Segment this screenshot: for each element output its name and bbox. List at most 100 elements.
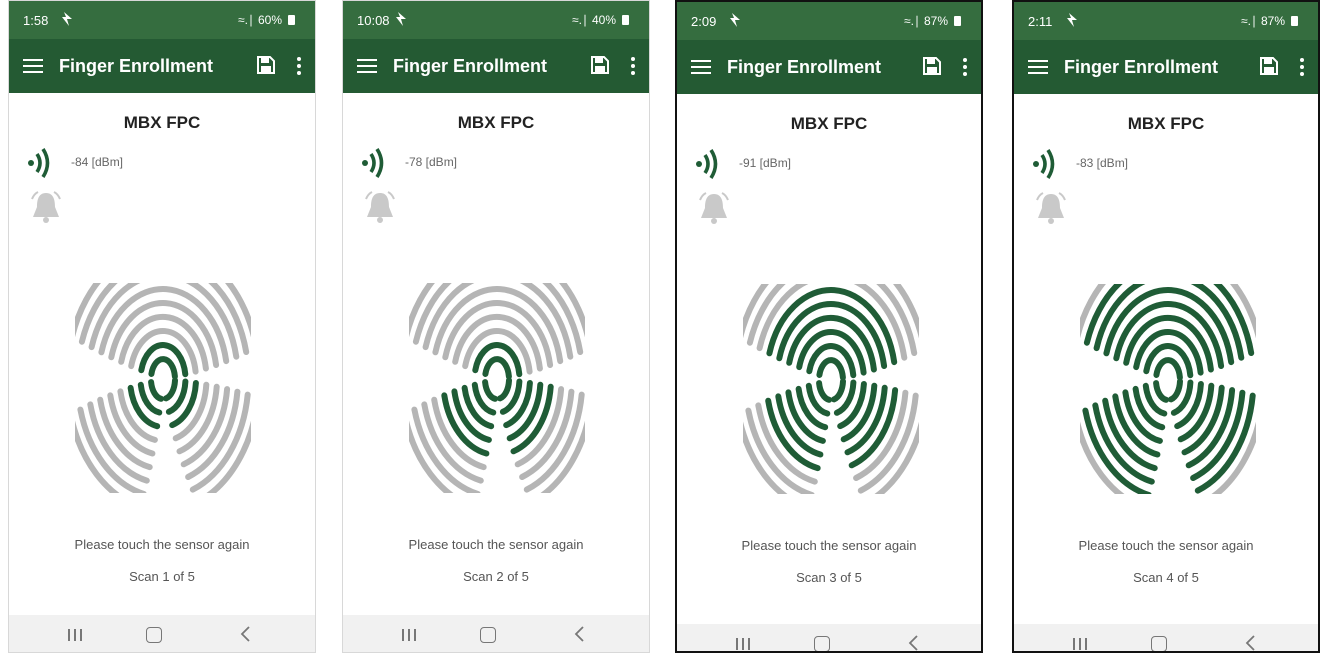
app-bar: Finger Enrollment — [343, 39, 649, 93]
app-bar: Finger Enrollment — [677, 40, 981, 94]
menu-icon[interactable] — [1028, 56, 1048, 78]
status-indicators: ≈.∣ 60% — [238, 13, 295, 27]
battery-icon — [954, 16, 961, 26]
battery-level: 87% — [923, 14, 948, 28]
instruction-text: Please touch the sensor again — [74, 537, 250, 552]
fingerprint-icon — [67, 244, 261, 511]
fingerprint-ridge — [148, 356, 178, 380]
status-indicators: ≈.∣ 40% — [572, 13, 629, 27]
home-icon[interactable] — [1151, 636, 1167, 651]
more-vert-icon[interactable] — [1300, 58, 1304, 79]
menu-icon[interactable] — [23, 55, 43, 77]
phone-screen: 2:09 ≈.∣ 87% Finger Enrollment MBX FPC -… — [675, 0, 983, 653]
battery-icon — [288, 15, 295, 25]
navigation-icon — [62, 12, 72, 26]
home-icon[interactable] — [814, 636, 830, 651]
fingerprint-ridge — [163, 377, 178, 402]
signal-icon — [362, 148, 384, 178]
fingerprint-ridge — [1153, 380, 1170, 403]
fingerprint-ridge — [98, 286, 230, 365]
status-time: 2:11 — [1028, 14, 1053, 29]
fingerprint-ridge — [1168, 378, 1183, 403]
status-time: 1:58 — [23, 13, 49, 28]
app-title: Finger Enrollment — [727, 57, 882, 77]
save-icon[interactable] — [923, 57, 941, 75]
status-time: 2:09 — [691, 14, 717, 29]
home-icon[interactable] — [146, 627, 162, 643]
battery-icon — [1291, 16, 1298, 26]
fingerprint-ridge — [831, 378, 846, 403]
fingerprint-ridge — [816, 380, 833, 403]
bell-icon — [1036, 192, 1066, 224]
navigation-icon — [1067, 13, 1077, 27]
more-vert-icon[interactable] — [297, 57, 301, 78]
battery-level: 40% — [591, 13, 616, 27]
instruction-text: Please touch the sensor again — [408, 537, 584, 552]
fingerprint-icon — [1072, 245, 1266, 512]
scan-progress-text: Scan 2 of 5 — [463, 569, 529, 584]
navigation-icon — [730, 13, 740, 27]
app-title: Finger Enrollment — [1064, 57, 1219, 77]
fingerprint-ridge — [482, 356, 512, 380]
signal-icon — [696, 149, 718, 179]
status-bar: 1:58 ≈.∣ 60% — [9, 1, 315, 39]
back-icon[interactable] — [1244, 635, 1256, 651]
battery-icon — [622, 15, 629, 25]
recents-icon[interactable] — [735, 637, 751, 651]
signal-icon — [28, 148, 50, 178]
fingerprint-ridge — [497, 377, 512, 402]
status-indicators: ≈.∣ 87% — [1241, 14, 1298, 28]
app-title: Finger Enrollment — [59, 56, 214, 76]
system-nav-bar — [343, 615, 649, 652]
phone-screen: 10:08 ≈.∣ 40% Finger Enrollment MBX FPC … — [342, 0, 650, 653]
bell-icon — [365, 191, 395, 223]
bell-icon — [699, 192, 729, 224]
menu-icon[interactable] — [691, 56, 711, 78]
menu-icon[interactable] — [357, 55, 377, 77]
save-icon[interactable] — [1260, 57, 1278, 75]
back-icon[interactable] — [239, 626, 251, 642]
system-nav-bar — [1014, 624, 1318, 651]
recents-icon[interactable] — [401, 628, 417, 642]
fingerprint-ridge — [766, 287, 898, 366]
signal-icon — [1033, 149, 1055, 179]
more-vert-icon[interactable] — [631, 57, 635, 78]
fingerprint-ridge — [432, 286, 564, 365]
back-icon[interactable] — [573, 626, 585, 642]
fingerprint-ridge — [482, 379, 499, 402]
instruction-text: Please touch the sensor again — [1078, 538, 1254, 553]
rssi-value: -84 [dBm] — [71, 155, 124, 169]
fingerprint-area — [1072, 245, 1266, 512]
battery-level: 60% — [257, 13, 282, 27]
fingerprint-area — [401, 244, 595, 511]
recents-icon[interactable] — [1072, 637, 1088, 651]
fingerprint-ridge — [816, 357, 846, 381]
system-nav-bar — [677, 624, 981, 651]
rssi-value: -91 [dBm] — [739, 156, 792, 170]
navigation-icon — [396, 12, 406, 26]
fingerprint-ridge — [1153, 357, 1183, 381]
phone-screen: 2:11 ≈.∣ 87% Finger Enrollment MBX FPC -… — [1012, 0, 1320, 653]
more-vert-icon[interactable] — [963, 58, 967, 79]
device-name: MBX FPC — [790, 114, 868, 133]
recents-icon[interactable] — [67, 628, 83, 642]
scan-progress-text: Scan 1 of 5 — [129, 569, 195, 584]
device-name: MBX FPC — [457, 113, 535, 132]
scan-progress-text: Scan 3 of 5 — [796, 570, 862, 585]
rssi-value: -78 [dBm] — [405, 155, 458, 169]
wifi-signal-icon: ≈.∣ — [904, 14, 920, 28]
device-name: MBX FPC — [123, 113, 201, 132]
save-icon[interactable] — [591, 56, 609, 74]
app-bar: Finger Enrollment — [1014, 40, 1318, 94]
wifi-signal-icon: ≈.∣ — [238, 13, 254, 27]
scan-progress-text: Scan 4 of 5 — [1133, 570, 1199, 585]
save-icon[interactable] — [257, 56, 275, 74]
bell-icon — [31, 191, 61, 223]
wifi-signal-icon: ≈.∣ — [1241, 14, 1257, 28]
system-nav-bar — [9, 615, 315, 652]
wifi-signal-icon: ≈.∣ — [572, 13, 588, 27]
back-icon[interactable] — [907, 635, 919, 651]
home-icon[interactable] — [480, 627, 496, 643]
device-name: MBX FPC — [1127, 114, 1205, 133]
status-bar: 2:09 ≈.∣ 87% — [677, 2, 981, 40]
